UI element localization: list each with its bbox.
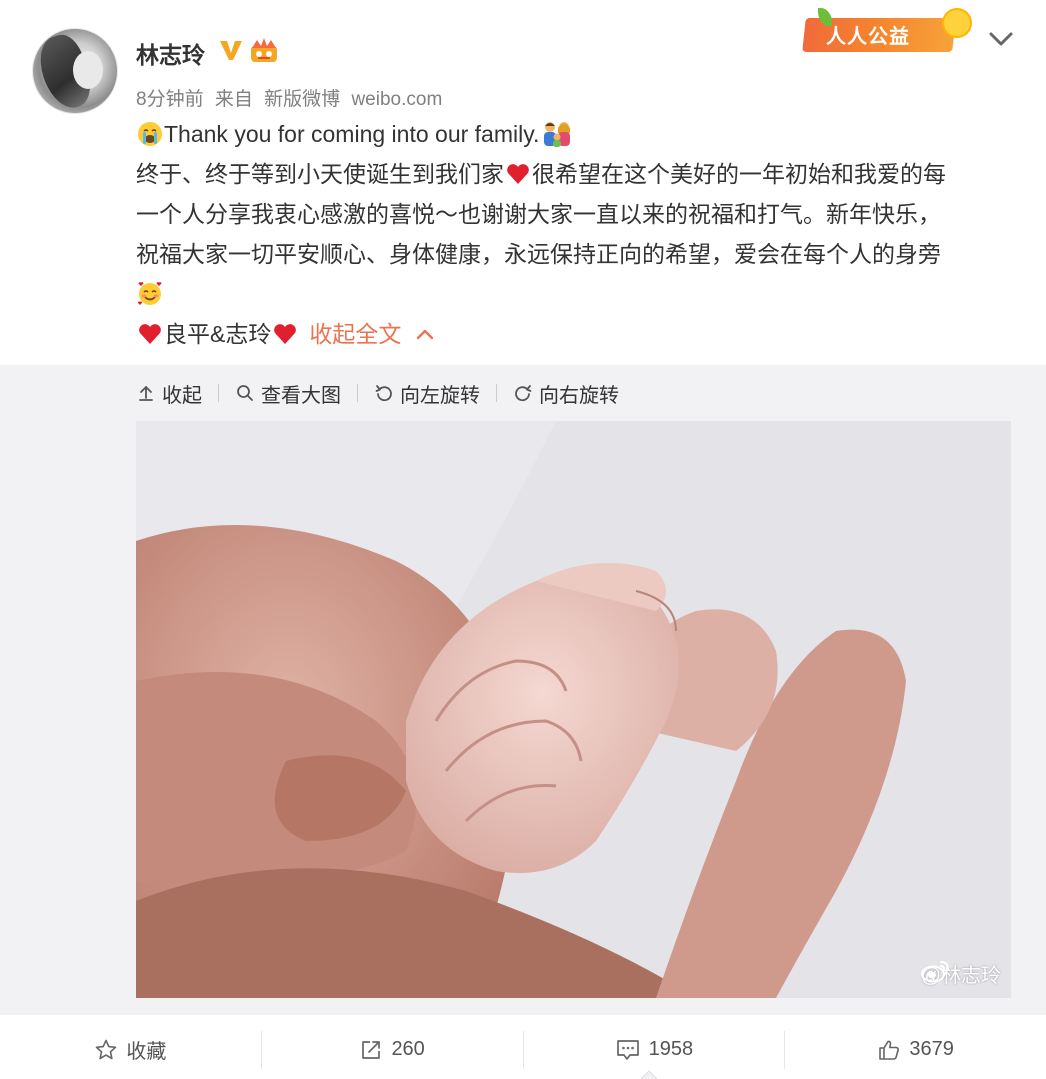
content-text-line-1: Thank you for coming into our family. — [164, 121, 540, 147]
post-time[interactable]: 8分钟前 — [136, 89, 204, 110]
search-icon — [237, 385, 253, 401]
comment-caret-icon — [640, 1070, 658, 1079]
username[interactable]: 林志玲 — [136, 36, 205, 70]
media-area: 收起 查看大图 向左旋转 向右旋转 @林志玲 — [0, 365, 1046, 1015]
view-large-label: 查看大图 — [261, 384, 341, 407]
content-line-5 — [136, 274, 1016, 314]
chevron-up-icon — [417, 329, 434, 340]
like-button[interactable]: 3679 — [785, 1030, 1046, 1070]
source-prefix: 来自 — [214, 89, 253, 110]
crying-face-emoji-icon — [138, 122, 162, 146]
post-meta: 8分钟前 来自 新版微博 weibo.com — [136, 84, 448, 111]
media-toolbar: 收起 查看大图 向左旋转 向右旋转 — [136, 379, 619, 407]
like-count: 3679 — [909, 1038, 954, 1060]
collapse-up-arrow-icon — [139, 385, 153, 401]
red-heart-emoji-icon — [507, 164, 529, 184]
source-app[interactable]: 新版微博 — [264, 89, 340, 110]
sun-icon — [942, 8, 972, 38]
charity-badge[interactable]: 人人公益 — [802, 6, 974, 56]
content-line-3: 一个人分享我衷心感激的喜悦～也谢谢大家一直以来的祝福和打气。新年快乐， — [136, 194, 1016, 234]
content-line-4: 祝福大家一切平安顺心、身体健康，永远保持正向的希望，爱会在每个人的身旁 — [136, 234, 1016, 274]
rotate-left-button[interactable]: 向左旋转 — [374, 379, 480, 408]
collapse-text-label: 收起全文 — [309, 321, 402, 347]
family-emoji-icon — [544, 122, 571, 147]
weibo-logo-icon — [920, 961, 949, 983]
content-text-line-4: 祝福大家一切平安顺心、身体健康，永远保持正向的希望，爱会在每个人的身旁 — [136, 241, 941, 267]
rotate-left-label: 向左旋转 — [400, 384, 480, 407]
baby-hand-holding-finger-illustration — [136, 421, 1011, 998]
comment-icon — [616, 1039, 639, 1060]
share-icon — [362, 1040, 381, 1059]
action-bar: 收藏 260 1958 3679 — [0, 1020, 1046, 1079]
content-line-2: 终于、终于等到小天使诞生到我们家 很希望在这个美好的一年初始和我爱的每 — [136, 154, 1016, 194]
signature: 良平&志玲 — [164, 321, 272, 347]
comment-count: 1958 — [648, 1038, 694, 1060]
collapse-media-button[interactable]: 收起 — [136, 379, 202, 408]
avatar[interactable] — [32, 28, 118, 114]
content-line-1: Thank you for coming into our family. — [136, 114, 1016, 154]
post-header: 林志玲 8分钟前 来自 新版微博 weibo.com 人人公益 — [0, 0, 1046, 120]
rotate-right-icon — [515, 385, 532, 402]
rotate-right-button[interactable]: 向右旋转 — [513, 379, 619, 408]
collapse-text-link[interactable]: 收起全文 — [309, 314, 435, 354]
avatar-face — [73, 51, 103, 89]
repost-button[interactable]: 260 — [262, 1030, 523, 1070]
content-line-6: 良平&志玲 收起全文 — [136, 314, 1016, 354]
collapse-media-label: 收起 — [162, 384, 202, 407]
source-site[interactable]: weibo.com — [351, 89, 442, 110]
more-chevron-icon[interactable] — [984, 24, 1018, 54]
photo-watermark: @林志玲 — [920, 959, 1001, 988]
charity-badge-label: 人人公益 — [826, 26, 910, 48]
favorite-button[interactable]: 收藏 — [0, 1030, 261, 1070]
toolbar-divider — [218, 384, 219, 402]
rotate-right-label: 向右旋转 — [539, 384, 619, 407]
star-icon — [96, 1039, 117, 1059]
rotate-left-icon — [375, 385, 392, 402]
toolbar-divider — [496, 384, 497, 402]
content-text-line-3: 一个人分享我衷心感激的喜悦～也谢谢大家一直以来的祝福和打气。新年快乐， — [136, 201, 941, 227]
red-heart-emoji-icon — [274, 324, 297, 344]
content-text-line-2a: 终于、终于等到小天使诞生到我们家 — [136, 161, 504, 187]
view-large-button[interactable]: 查看大图 — [235, 379, 341, 408]
post-photo[interactable]: @林志玲 — [136, 421, 1011, 998]
favorite-label: 收藏 — [126, 1041, 167, 1063]
toolbar-divider — [357, 384, 358, 402]
repost-count: 260 — [391, 1038, 425, 1060]
verified-v-icon[interactable] — [218, 38, 244, 62]
comment-button[interactable]: 1958 — [524, 1030, 785, 1070]
smiling-face-with-hearts-emoji-icon — [137, 282, 162, 305]
crown-icon[interactable] — [248, 36, 280, 64]
red-heart-emoji-icon — [139, 324, 161, 344]
post-content: Thank you for coming into our family. 终于… — [136, 114, 1016, 354]
thumbs-up-icon — [879, 1040, 900, 1060]
content-text-line-2b: 很希望在这个美好的一年初始和我爱的每 — [532, 161, 946, 187]
